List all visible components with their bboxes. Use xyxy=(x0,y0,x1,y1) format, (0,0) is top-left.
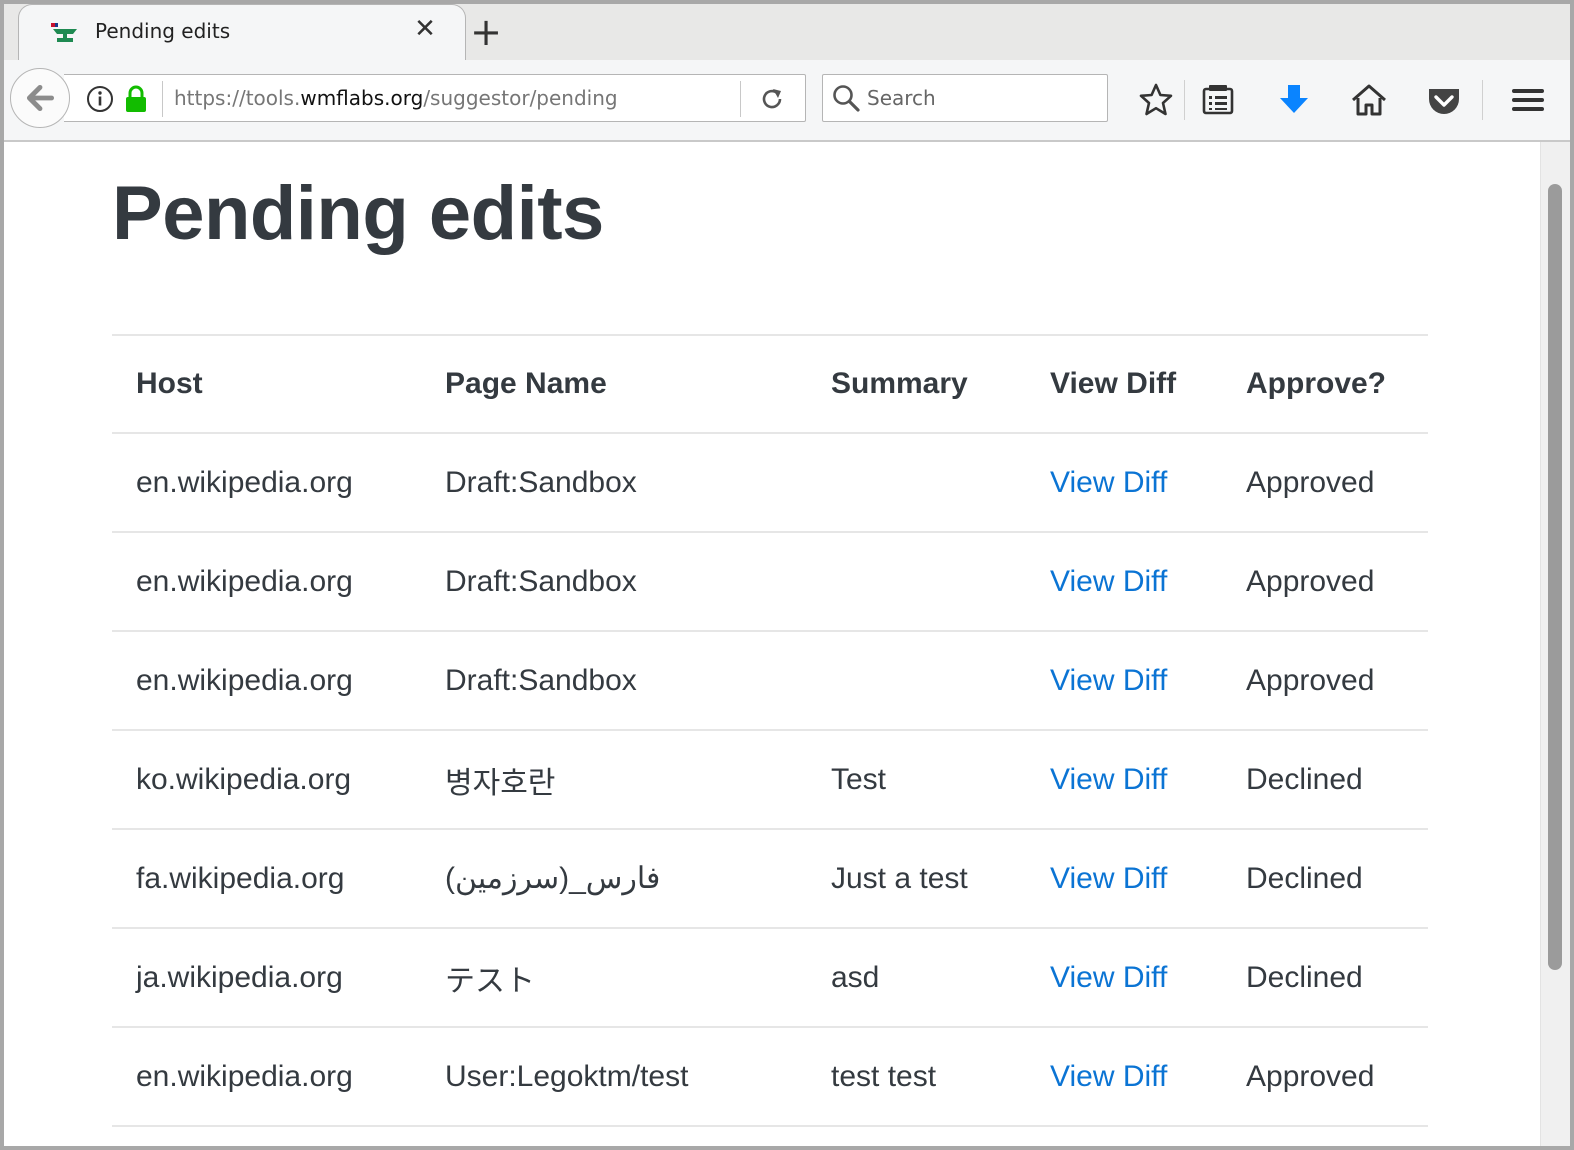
pending-edits-table: Host Page Name Summary View Diff Approve… xyxy=(112,334,1428,1127)
view-diff-link[interactable]: View Diff xyxy=(1050,862,1167,895)
scrollbar-thumb[interactable] xyxy=(1548,184,1562,970)
search-icon xyxy=(833,85,860,112)
host-cell: ja.wikipedia.org xyxy=(112,927,421,1027)
nav-toolbar: https://tools.wmflabs.org/suggestor/pend… xyxy=(4,60,1570,142)
view-diff-cell: View Diff xyxy=(1026,927,1222,1027)
status-cell: Declined xyxy=(1222,828,1428,928)
info-icon[interactable] xyxy=(86,85,114,113)
view-diff-cell: View Diff xyxy=(1026,828,1222,928)
table-row: ja.wikipedia.org テスト asd View Diff Decli… xyxy=(112,927,1428,1027)
page-name-cell: テスト xyxy=(421,927,807,1027)
pocket-icon[interactable] xyxy=(1424,80,1464,120)
view-diff-cell: View Diff xyxy=(1026,432,1222,532)
summary-cell xyxy=(807,531,1026,631)
summary-cell: Test xyxy=(807,729,1026,829)
header-summary: Summary xyxy=(807,334,1026,433)
status-cell: Declined xyxy=(1222,927,1428,1027)
host-cell: ko.wikipedia.org xyxy=(112,729,421,829)
back-arrow-icon xyxy=(26,84,55,112)
status-cell: Approved xyxy=(1222,432,1428,532)
host-cell: en.wikipedia.org xyxy=(112,531,421,631)
status-cell: Approved xyxy=(1222,1026,1428,1127)
table-row: ko.wikipedia.org 병자호란 Test View Diff Dec… xyxy=(112,729,1428,829)
page-name-cell: Draft:Sandbox xyxy=(421,531,807,631)
page-scrollbar[interactable] xyxy=(1540,142,1570,1146)
new-tab-button[interactable]: + xyxy=(466,12,506,52)
page-name-cell: User:Legoktm/test xyxy=(421,1026,807,1127)
header-approve: Approve? xyxy=(1222,334,1428,433)
toolbar-divider xyxy=(1184,80,1185,120)
view-diff-cell: View Diff xyxy=(1026,1026,1222,1127)
anvil-favicon-icon xyxy=(51,23,77,42)
header-view-diff: View Diff xyxy=(1026,334,1222,433)
tab-title: Pending edits xyxy=(95,19,231,43)
page-name-cell: Draft:Sandbox xyxy=(421,630,807,730)
host-cell: en.wikipedia.org xyxy=(112,1026,421,1127)
page-name-cell: 병자호란 xyxy=(421,729,807,829)
summary-cell xyxy=(807,630,1026,730)
view-diff-link[interactable]: View Diff xyxy=(1050,1060,1167,1093)
view-diff-cell: View Diff xyxy=(1026,531,1222,631)
home-icon[interactable] xyxy=(1349,80,1389,120)
tab-pending-edits[interactable]: Pending edits ✕ xyxy=(18,4,466,62)
hamburger-menu-icon[interactable] xyxy=(1508,80,1548,120)
view-diff-link[interactable]: View Diff xyxy=(1050,664,1167,697)
status-cell: Approved xyxy=(1222,630,1428,730)
url-text[interactable]: https://tools.wmflabs.org/suggestor/pend… xyxy=(174,86,618,110)
url-path: /suggestor/pending xyxy=(423,86,618,110)
url-bar[interactable]: https://tools.wmflabs.org/suggestor/pend… xyxy=(64,74,806,122)
table-row: en.wikipedia.org Draft:Sandbox View Diff… xyxy=(112,432,1428,532)
summary-cell xyxy=(807,432,1026,532)
url-domain: wmflabs.org xyxy=(300,86,424,110)
reload-divider xyxy=(740,81,741,117)
url-divider xyxy=(162,81,163,117)
view-diff-link[interactable]: View Diff xyxy=(1050,565,1167,598)
search-input[interactable] xyxy=(867,81,1097,115)
page-name-cell: Draft:Sandbox xyxy=(421,432,807,532)
close-tab-icon[interactable]: ✕ xyxy=(411,15,439,43)
host-cell: en.wikipedia.org xyxy=(112,630,421,730)
table-row: fa.wikipedia.org فارس_(سرزمین) Just a te… xyxy=(112,828,1428,928)
summary-cell: test test xyxy=(807,1026,1026,1127)
reload-icon[interactable] xyxy=(758,85,786,113)
reading-list-icon[interactable] xyxy=(1198,80,1238,120)
page-name-cell: فارس_(سرزمین) xyxy=(421,828,807,928)
view-diff-link[interactable]: View Diff xyxy=(1050,466,1167,499)
table-header-row: Host Page Name Summary View Diff Approve… xyxy=(112,334,1428,433)
host-cell: en.wikipedia.org xyxy=(112,432,421,532)
summary-cell: asd xyxy=(807,927,1026,1027)
back-button[interactable] xyxy=(10,68,70,128)
search-bar[interactable] xyxy=(822,74,1108,122)
host-cell: fa.wikipedia.org xyxy=(112,828,421,928)
status-cell: Approved xyxy=(1222,531,1428,631)
url-prefix: https://tools. xyxy=(174,86,301,110)
star-icon[interactable] xyxy=(1136,80,1176,120)
view-diff-cell: View Diff xyxy=(1026,729,1222,829)
view-diff-cell: View Diff xyxy=(1026,630,1222,730)
view-diff-link[interactable]: View Diff xyxy=(1050,763,1167,796)
view-diff-link[interactable]: View Diff xyxy=(1050,961,1167,994)
table-row: en.wikipedia.org Draft:Sandbox View Diff… xyxy=(112,531,1428,631)
table-row: en.wikipedia.org User:Legoktm/test test … xyxy=(112,1026,1428,1127)
toolbar-divider xyxy=(1482,80,1483,120)
table-row: en.wikipedia.org Draft:Sandbox View Diff… xyxy=(112,630,1428,730)
lock-icon[interactable] xyxy=(124,85,148,113)
status-cell: Declined xyxy=(1222,729,1428,829)
download-icon[interactable] xyxy=(1274,80,1314,120)
page-title: Pending edits xyxy=(112,171,604,256)
tab-strip: Pending edits ✕ + xyxy=(4,4,1570,62)
page-content: Pending edits Host Page Name Summary Vie… xyxy=(4,142,1540,1146)
summary-cell: Just a test xyxy=(807,828,1026,928)
browser-window: Pending edits ✕ + https://tools.wmflabs.… xyxy=(0,0,1574,1150)
header-host: Host xyxy=(112,334,421,433)
header-page-name: Page Name xyxy=(421,334,807,433)
